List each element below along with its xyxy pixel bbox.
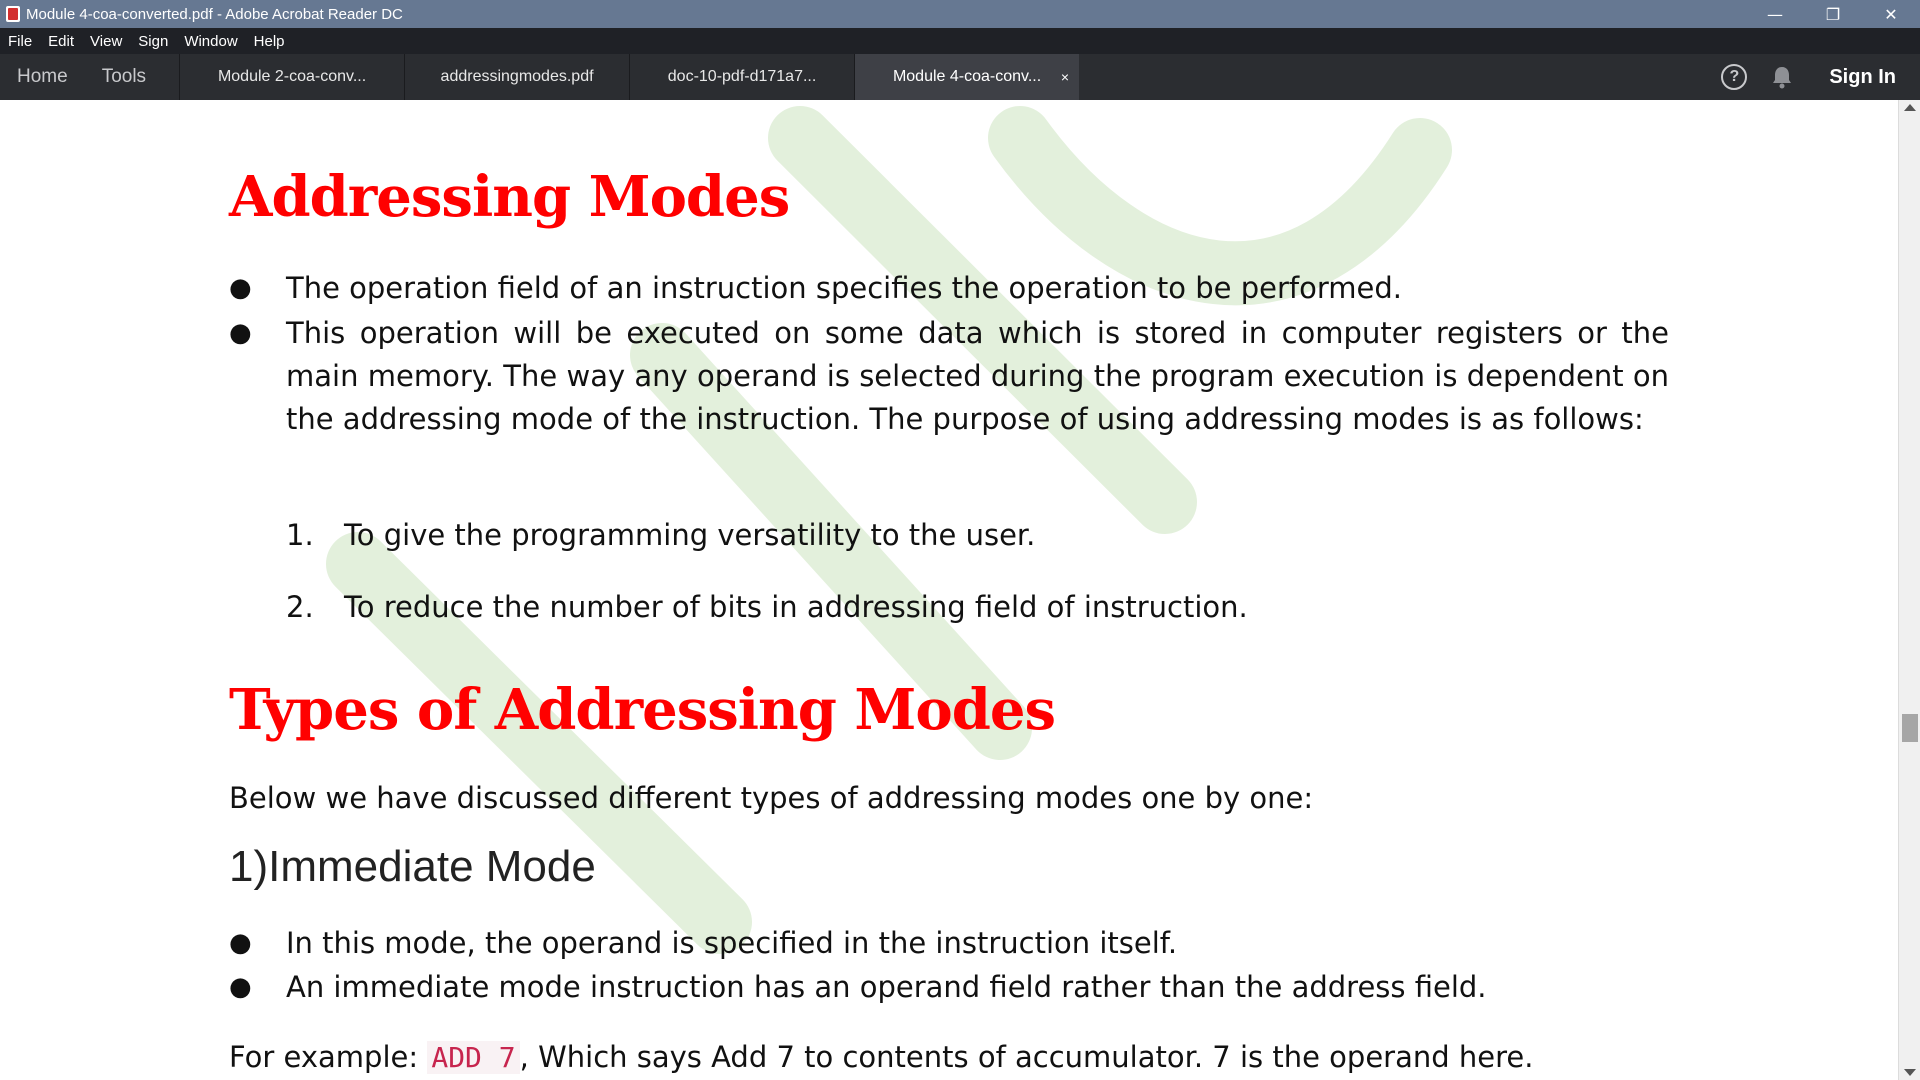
example-prefix: For example: [229,1040,428,1074]
menu-window[interactable]: Window [176,33,245,50]
intro-paragraph: Below we have discussed different types … [229,781,1314,815]
document-view[interactable]: Addressing Modes ● The operation field o… [0,100,1898,1080]
home-link[interactable]: Home [0,54,85,100]
window-controls: — ❐ ✕ [1746,0,1920,28]
bullet-text: In this mode, the operand is specified i… [286,926,1178,960]
list-number: 2. [286,590,314,624]
bullet-text: An immediate mode instruction has an ope… [286,970,1487,1004]
bullet-text: The operation field of an instruction sp… [286,271,1402,305]
scroll-up-arrow-icon[interactable] [1904,104,1916,111]
tab-addressingmodes[interactable]: addressingmodes.pdf [404,54,629,100]
menu-edit[interactable]: Edit [40,33,82,50]
help-icon[interactable]: ? [1721,64,1748,90]
bullet-text: This operation will be executed on some … [286,316,1669,436]
window-title: Module 4-coa-converted.pdf - Adobe Acrob… [26,5,403,23]
menu-bar: File Edit View Sign Window Help [0,28,1920,54]
maximize-button[interactable]: ❐ [1804,0,1862,28]
menu-sign[interactable]: Sign [130,33,176,50]
title-bar: Module 4-coa-converted.pdf - Adobe Acrob… [0,0,1920,28]
example-paragraph: For example: ADD 7, Which says Add 7 to … [229,1036,1533,1079]
heading-addressing-modes: Addressing Modes [229,164,790,230]
tab-label: addressingmodes.pdf [440,68,594,85]
bullet-icon: ● [229,273,252,303]
tab-label: doc-10-pdf-d171a7... [667,68,817,85]
tab-bar: Home Tools Module 2-coa-conv... addressi… [0,54,1920,100]
tab-doc-10[interactable]: doc-10-pdf-d171a7... [629,54,854,100]
menu-file[interactable]: File [0,33,40,50]
scroll-down-arrow-icon[interactable] [1904,1069,1916,1076]
tab-close-icon[interactable]: × [1061,69,1069,85]
acrobat-icon [6,6,20,22]
list-text: To give the programming versatility to t… [344,518,1036,552]
subheading-immediate-mode: 1)Immediate Mode [229,842,596,891]
tab-label: Module 2-coa-conv... [217,68,367,85]
list-text: To reduce the number of bits in addressi… [344,590,1248,624]
heading-types-of-addressing-modes: Types of Addressing Modes [229,677,1056,743]
tab-module-4[interactable]: Module 4-coa-conv... × [854,54,1080,100]
example-suffix: , Which says Add 7 to contents of accumu… [519,1040,1534,1074]
bullet-icon: ● [229,928,252,958]
menu-help[interactable]: Help [246,33,293,50]
vertical-scrollbar[interactable] [1898,100,1920,1080]
scroll-thumb[interactable] [1902,714,1918,742]
close-button[interactable]: ✕ [1862,0,1920,28]
toolbar-right: ? Sign In [1721,54,1920,100]
minimize-button[interactable]: — [1746,0,1804,28]
tab-label: Module 4-coa-conv... [892,68,1042,85]
sign-in-button[interactable]: Sign In [1829,66,1896,89]
tools-link[interactable]: Tools [85,54,163,100]
tab-module-2[interactable]: Module 2-coa-conv... [179,54,404,100]
bell-icon[interactable] [1771,65,1793,89]
example-code: ADD 7 [427,1041,520,1074]
bullet-icon: ● [229,318,252,348]
list-number: 1. [286,518,314,552]
bullet-icon: ● [229,972,252,1002]
menu-view[interactable]: View [82,33,130,50]
document-tabs: Module 2-coa-conv... addressingmodes.pdf… [179,54,1080,100]
